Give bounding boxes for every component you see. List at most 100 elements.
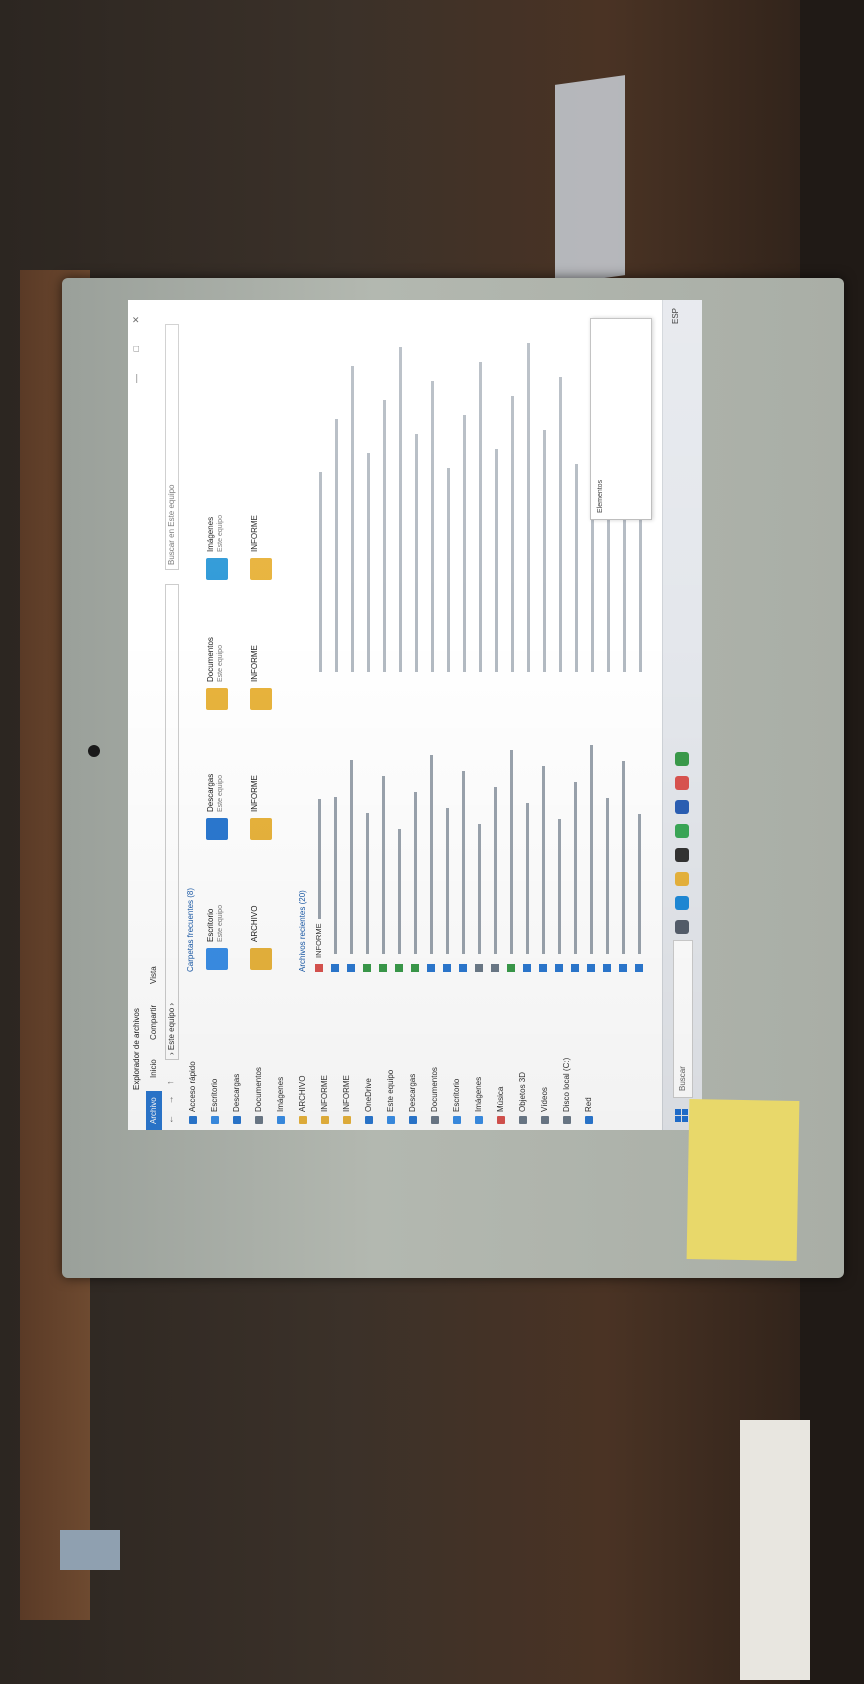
sidebar-item[interactable]: Música [496,1087,505,1124]
navigation-arrows[interactable]: ← → ↑ [165,1076,175,1124]
folder-tile[interactable]: ARCHIVO [246,860,286,970]
tab-share[interactable]: Compartir [149,1005,158,1040]
recent-file-row[interactable] [378,312,390,972]
word-icon[interactable] [675,800,689,814]
file-text-blur [445,808,449,954]
recent-file-row[interactable] [570,312,582,972]
sidebar-item[interactable]: Disco local (C:) [562,1058,571,1124]
sidebar-item-label: Acceso rápido [188,1061,197,1112]
folder-tile[interactable]: INFORME [246,730,286,840]
sidebar-item[interactable]: Descargas [232,1074,241,1124]
sidebar-item[interactable]: Vídeos [540,1087,549,1124]
sidebar-item[interactable]: Imágenes [474,1077,483,1124]
folder-icon [430,1116,439,1124]
folder-icon [298,1116,307,1124]
desktop-screen: Explorador de archivos — □ ✕ Archivo Ini… [128,300,702,1130]
recent-file-row[interactable] [554,312,566,972]
folder-tile-name: INFORME [250,645,259,682]
tab-view[interactable]: Vista [149,966,158,984]
sidebar-item[interactable]: Documentos [430,1067,439,1124]
folder-icon [474,1116,483,1124]
folder-tile-name: ARCHIVO [250,905,259,942]
folder-tile-location: Este equipo [217,905,224,942]
store-icon[interactable] [675,848,689,862]
section-frequent-folders[interactable]: Carpetas frecuentes (8) [186,888,195,972]
sidebar-item[interactable]: Objetos 3D [518,1072,527,1124]
sidebar-item[interactable]: Acceso rápido [188,1061,197,1124]
folder-tile[interactable]: INFORME [246,600,286,710]
file-text-blur [573,782,577,954]
sidebar-item[interactable]: Descargas [408,1074,417,1124]
excel-icon[interactable] [675,752,689,766]
recent-file-row[interactable] [490,312,502,972]
recent-file-row[interactable] [410,312,422,972]
recent-file-row[interactable] [506,312,518,972]
sidebar-item[interactable]: Imágenes [276,1077,285,1124]
monitor-screen: Explorador de archivos — □ ✕ Archivo Ini… [128,300,702,1130]
taskbar-search[interactable]: Buscar [673,940,693,1098]
file-meta-blur [511,396,514,672]
sidebar-item[interactable]: INFORME [320,1075,329,1124]
folder-tile[interactable]: Documentos Este equipo [202,600,242,710]
sidebar-item-label: INFORME [342,1075,351,1112]
sidebar-item[interactable]: INFORME [342,1075,351,1124]
sidebar-item[interactable]: Escritorio [452,1079,461,1124]
task-view-icon[interactable] [675,920,689,934]
recent-file-row[interactable] [538,312,550,972]
recent-file-row[interactable] [330,312,342,972]
recent-file-row[interactable] [394,312,406,972]
folder-icon [206,818,228,840]
folder-icon [210,1116,219,1124]
folder-tile[interactable]: Descargas Este equipo [202,730,242,840]
folder-tile[interactable]: INFORME [246,470,286,580]
recent-file-row[interactable] [458,312,470,972]
sidebar-item-label: ARCHIVO [298,1075,307,1112]
recent-file-row[interactable] [442,312,454,972]
file-icon [379,964,388,972]
recent-file-row[interactable]: INFORME [314,312,326,972]
recent-file-row[interactable] [474,312,486,972]
folder-icon [540,1116,549,1124]
acrobat-icon[interactable] [675,776,689,790]
recent-file-row[interactable] [362,312,374,972]
section-recent-files[interactable]: Archivos recientes (20) [298,890,307,972]
folder-icon [496,1116,505,1124]
sidebar-item-label: Este equipo [386,1069,395,1112]
folder-tile[interactable]: Escritorio Este equipo [202,860,242,970]
window-controls[interactable]: — □ ✕ [131,306,142,383]
file-explorer-icon[interactable] [675,872,689,886]
tab-file[interactable]: Archivo [146,1091,162,1130]
edge-icon[interactable] [675,896,689,910]
sidebar-item[interactable]: ARCHIVO [298,1076,307,1124]
sidebar-item-label: Documentos [430,1067,439,1112]
navigation-pane: Acceso rápido Escritorio Descargas Document… [180,979,662,1130]
folder-icon [250,558,272,580]
folder-tile-location: Este equipo [217,775,224,812]
recent-file-row[interactable] [522,312,534,972]
folder-tile-name: INFORME [250,515,259,552]
sidebar-item[interactable]: Este equipo [386,1070,395,1124]
tab-home[interactable]: Inicio [149,1059,158,1078]
folder-icon [518,1116,527,1124]
chrome-icon[interactable] [675,824,689,838]
notification-popup[interactable]: Elementos [590,318,652,520]
paper-sheet [555,75,625,285]
sticky-note [686,1099,800,1261]
recent-file-row[interactable] [426,312,438,972]
sidebar-item[interactable]: Escritorio [210,1079,219,1124]
sidebar-item[interactable]: OneDrive [364,1078,373,1124]
window-titlebar: Explorador de archivos — □ ✕ [128,300,147,1130]
sidebar-item[interactable]: Documentos [254,1067,263,1124]
address-bar[interactable]: › Este equipo › [165,584,179,1060]
recent-file-row[interactable] [346,312,358,972]
sidebar-item[interactable]: Red [584,1097,593,1124]
file-text-blur [461,771,465,954]
system-tray[interactable]: ESP [671,308,680,324]
search-input[interactable]: Buscar en Este equipo [165,324,179,570]
file-icon [491,964,500,972]
folder-tile-location: Este equipo [217,645,224,682]
start-button[interactable] [675,1108,689,1122]
file-text-blur [333,797,337,954]
file-text-blur [413,792,417,954]
folder-tile[interactable]: Imágenes Este equipo [202,470,242,580]
